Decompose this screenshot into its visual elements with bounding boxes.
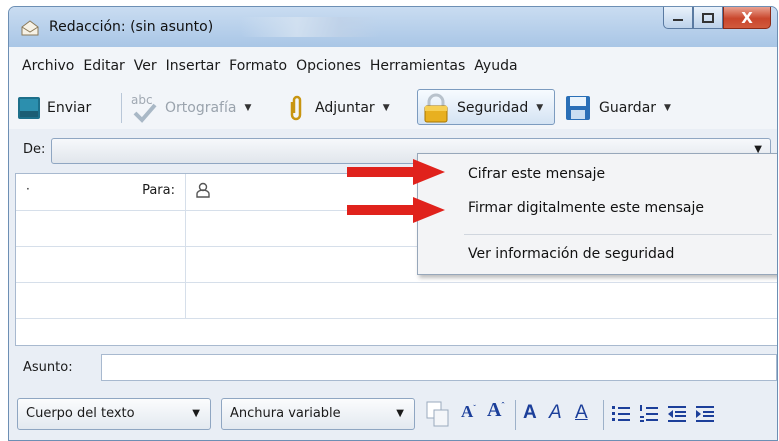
- security-button[interactable]: Seguridad ▼: [421, 93, 543, 123]
- recipient-type-label: Para:: [142, 183, 175, 198]
- increase-font-icon[interactable]: Aˆ: [487, 399, 504, 422]
- spellcheck-icon: abc: [129, 93, 165, 123]
- decrease-font-icon[interactable]: Aˇ: [461, 402, 476, 422]
- subject-label: Asunto:: [23, 360, 73, 375]
- toolbar-separator: [121, 93, 122, 123]
- menu-ver[interactable]: Ver: [134, 58, 166, 74]
- chevron-down-icon: ▼: [382, 103, 390, 113]
- recipient-row[interactable]: [16, 282, 777, 319]
- arrow-icon: [347, 159, 445, 185]
- window-controls: X: [663, 7, 771, 31]
- bold-icon[interactable]: A: [523, 402, 537, 424]
- menu-insertar[interactable]: Insertar: [166, 58, 230, 74]
- spellcheck-button[interactable]: abc Ortografía ▼: [129, 93, 251, 123]
- recipient-type-cell: [16, 210, 186, 246]
- subject-row: Asunto:: [9, 346, 777, 388]
- maximize-icon: [702, 12, 714, 23]
- floppy-disk-icon: [566, 96, 590, 120]
- italic-icon[interactable]: A: [549, 402, 562, 424]
- menu-item-encrypt[interactable]: Cifrar este mensaje: [468, 166, 605, 182]
- minimize-button[interactable]: [663, 7, 693, 29]
- underline-icon[interactable]: A: [575, 402, 588, 424]
- chevron-down-icon: ▼: [396, 408, 404, 419]
- compose-window: Redacción: (sin asunto) X Archivo Editar…: [8, 6, 778, 441]
- paperclip-icon: [290, 95, 302, 121]
- send-icon: [18, 97, 40, 119]
- menu-editar[interactable]: Editar: [83, 58, 133, 74]
- security-menu: Cifrar este mensaje Firmar digitalmente …: [417, 153, 777, 275]
- text-color-icon[interactable]: [425, 400, 451, 430]
- outdent-icon[interactable]: [667, 404, 687, 424]
- attach-label: Adjuntar: [315, 100, 375, 116]
- minimize-icon: [673, 18, 683, 21]
- font-select[interactable]: Anchura variable ▼: [221, 398, 415, 430]
- menu-formato[interactable]: Formato: [229, 58, 296, 74]
- mail-icon: [21, 20, 39, 36]
- send-button[interactable]: Enviar: [17, 93, 91, 123]
- title-blur: [241, 17, 381, 37]
- menu-item-sign[interactable]: Firmar digitalmente este mensaje: [468, 200, 704, 216]
- chevron-down-icon: ▼: [192, 408, 200, 419]
- menu-opciones[interactable]: Opciones: [296, 58, 370, 74]
- format-separator: [515, 400, 516, 430]
- bulleted-list-icon[interactable]: [611, 404, 631, 424]
- spellcheck-label: Ortografía: [165, 100, 237, 116]
- menu-archivo[interactable]: Archivo: [22, 58, 83, 74]
- menu-ayuda[interactable]: Ayuda: [474, 58, 526, 74]
- padlock-icon: [424, 93, 448, 123]
- window-title: Redacción: (sin asunto): [49, 19, 214, 35]
- menu-herramientas[interactable]: Herramientas: [370, 58, 474, 74]
- chevron-down-icon: ▼: [536, 103, 544, 113]
- paragraph-style-select[interactable]: Cuerpo del texto ▼: [17, 398, 211, 430]
- checkmark-icon: [133, 103, 157, 123]
- compose-toolbar: Enviar abc Ortografía ▼ Adjuntar ▼ Segur…: [9, 85, 777, 130]
- title-bar: Redacción: (sin asunto) X: [9, 7, 777, 47]
- chevron-down-icon: ▼: [244, 103, 252, 113]
- numbered-list-icon[interactable]: [639, 404, 659, 424]
- arrow-icon: [347, 197, 445, 223]
- subject-input[interactable]: [101, 354, 777, 381]
- font-value: Anchura variable: [230, 406, 341, 421]
- save-label: Guardar: [599, 100, 657, 116]
- security-label: Seguridad: [457, 100, 529, 116]
- save-button[interactable]: Guardar ▼: [565, 93, 671, 123]
- menu-bar: Archivo Editar Ver Insertar Formato Opci…: [9, 47, 777, 85]
- paragraph-style-value: Cuerpo del texto: [26, 406, 135, 421]
- contact-icon: [196, 182, 210, 198]
- recipient-type-cell: [16, 282, 186, 318]
- close-icon: X: [741, 8, 753, 27]
- menu-separator: [464, 234, 772, 235]
- menu-item-security-info[interactable]: Ver información de seguridad: [468, 246, 674, 262]
- indent-icon[interactable]: [695, 404, 715, 424]
- format-separator: [603, 400, 604, 430]
- chevron-down-icon: ·: [26, 182, 30, 196]
- recipient-type-cell: [16, 246, 186, 282]
- format-toolbar: Cuerpo del texto ▼ Anchura variable ▼ Aˇ…: [9, 388, 777, 440]
- maximize-button[interactable]: [693, 7, 723, 29]
- chevron-down-icon: ▼: [664, 103, 671, 113]
- recipient-type-select[interactable]: · Para:: [16, 174, 186, 210]
- attach-button[interactable]: Adjuntar ▼: [287, 93, 390, 123]
- close-button[interactable]: X: [723, 7, 771, 29]
- from-label: De:: [23, 142, 46, 157]
- send-label: Enviar: [47, 100, 92, 116]
